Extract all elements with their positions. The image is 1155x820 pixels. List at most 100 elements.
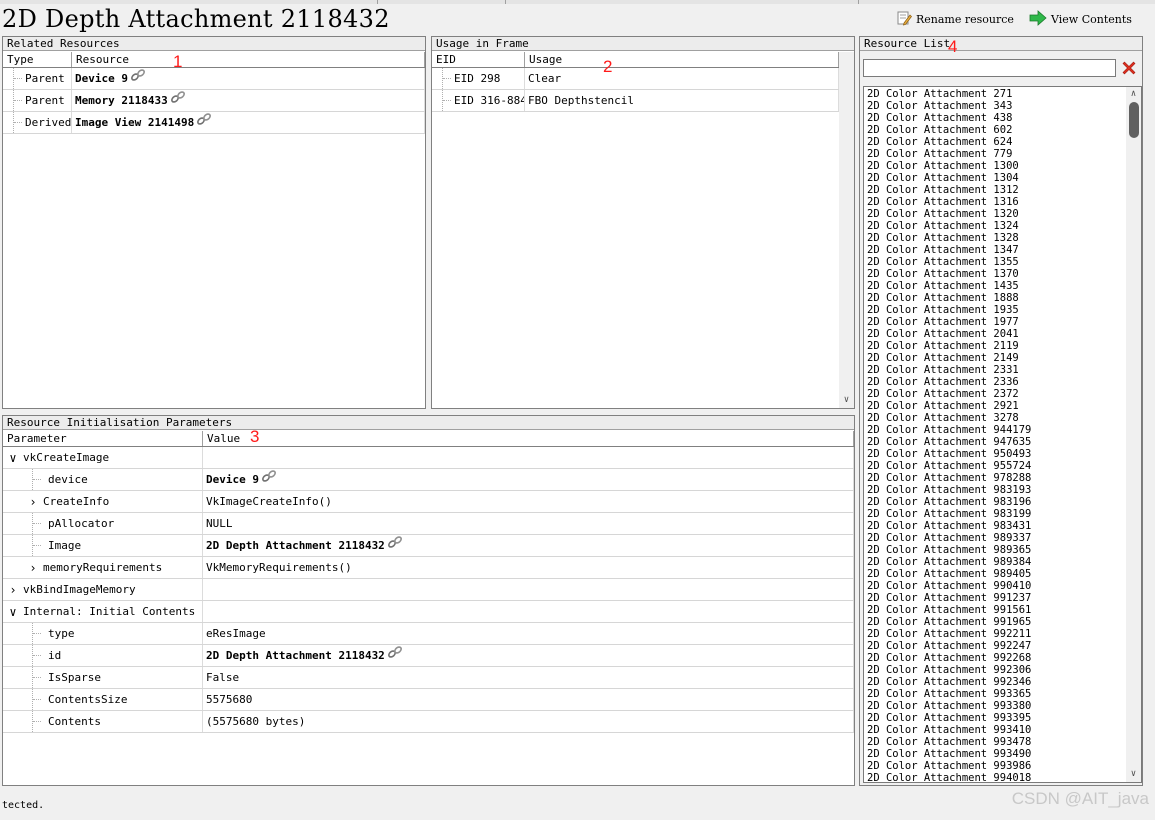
rename-resource-button[interactable]: Rename resource bbox=[896, 9, 1014, 29]
resource-list-item[interactable]: 2D Color Attachment 950493 bbox=[864, 448, 1126, 460]
resource-list-item[interactable]: 2D Color Attachment 983199 bbox=[864, 508, 1126, 520]
init-param-row[interactable]: type eResImage bbox=[3, 623, 854, 645]
resource-list-item[interactable]: 2D Color Attachment 955724 bbox=[864, 460, 1126, 472]
init-param-row[interactable]: Image 2D Depth Attachment 2118432 bbox=[3, 535, 854, 557]
resource-list-item[interactable]: 2D Color Attachment 1304 bbox=[864, 172, 1126, 184]
resource-list-item[interactable]: 2D Color Attachment 1355 bbox=[864, 256, 1126, 268]
resource-list-item[interactable]: 2D Color Attachment 992247 bbox=[864, 640, 1126, 652]
clear-search-button[interactable] bbox=[1120, 59, 1138, 77]
resource-list-item[interactable]: 2D Color Attachment 993410 bbox=[864, 724, 1126, 736]
scroll-down-arrow-icon[interactable]: ∨ bbox=[1126, 767, 1141, 782]
init-param-row[interactable]: device Device 9 bbox=[3, 469, 854, 491]
scroll-up-arrow-icon[interactable]: ∧ bbox=[1126, 87, 1141, 102]
chevron-right-icon[interactable]: › bbox=[27, 562, 39, 574]
resource-list-item[interactable]: 2D Color Attachment 343 bbox=[864, 100, 1126, 112]
resource-list-item[interactable]: 2D Color Attachment 992346 bbox=[864, 676, 1126, 688]
column-type[interactable]: Type bbox=[3, 52, 72, 67]
init-param-value-cell[interactable]: Device 9 bbox=[203, 469, 854, 490]
init-param-row[interactable]: ∨ vkCreateImage bbox=[3, 447, 854, 469]
resource-list-item[interactable]: 2D Color Attachment 1935 bbox=[864, 304, 1126, 316]
resource-list-item[interactable]: 2D Color Attachment 992306 bbox=[864, 664, 1126, 676]
chain-link-icon[interactable] bbox=[387, 645, 403, 666]
chain-link-icon[interactable] bbox=[387, 535, 403, 556]
resource-list-item[interactable]: 2D Color Attachment 991237 bbox=[864, 592, 1126, 604]
column-value[interactable]: Value bbox=[203, 431, 854, 446]
resource-list-item[interactable]: 2D Color Attachment 1347 bbox=[864, 244, 1126, 256]
chevron-down-icon[interactable]: ∨ bbox=[7, 452, 19, 464]
resource-list-item[interactable]: 2D Color Attachment 3278 bbox=[864, 412, 1126, 424]
resource-list-item[interactable]: 2D Color Attachment 993478 bbox=[864, 736, 1126, 748]
resource-list-item[interactable]: 2D Color Attachment 1312 bbox=[864, 184, 1126, 196]
chevron-right-icon[interactable]: › bbox=[7, 584, 19, 596]
resource-list-item[interactable]: 2D Color Attachment 779 bbox=[864, 148, 1126, 160]
resource-list-item[interactable]: 2D Color Attachment 1320 bbox=[864, 208, 1126, 220]
resource-list-item[interactable]: 2D Color Attachment 993380 bbox=[864, 700, 1126, 712]
column-resource[interactable]: Resource bbox=[72, 52, 425, 67]
resource-list-item[interactable]: 2D Color Attachment 989405 bbox=[864, 568, 1126, 580]
resource-list-item[interactable]: 2D Color Attachment 947635 bbox=[864, 436, 1126, 448]
init-param-row[interactable]: id 2D Depth Attachment 2118432 bbox=[3, 645, 854, 667]
init-param-row[interactable]: Contents (5575680 bytes) bbox=[3, 711, 854, 733]
resource-list-item[interactable]: 2D Color Attachment 983196 bbox=[864, 496, 1126, 508]
chain-link-icon[interactable] bbox=[261, 469, 277, 490]
chain-link-icon[interactable] bbox=[130, 68, 146, 89]
resource-list-item[interactable]: 2D Color Attachment 990410 bbox=[864, 580, 1126, 592]
resource-list-item[interactable]: 2D Color Attachment 978288 bbox=[864, 472, 1126, 484]
resource-list-item[interactable]: 2D Color Attachment 993365 bbox=[864, 688, 1126, 700]
resource-list-scrollbar[interactable]: ∧ ∨ bbox=[1126, 87, 1141, 782]
resource-list-item[interactable]: 2D Color Attachment 1300 bbox=[864, 160, 1126, 172]
resource-list-item[interactable]: 2D Color Attachment 438 bbox=[864, 112, 1126, 124]
column-usage[interactable]: Usage bbox=[525, 52, 839, 67]
init-param-row[interactable]: ContentsSize 5575680 bbox=[3, 689, 854, 711]
resource-list-item[interactable]: 2D Color Attachment 2331 bbox=[864, 364, 1126, 376]
related-resource-cell[interactable]: Device 9 bbox=[72, 68, 425, 89]
related-resource-row[interactable]: Parent Memory 2118433 bbox=[3, 90, 425, 112]
related-resource-row[interactable]: Derived Image View 2141498 bbox=[3, 112, 425, 134]
resource-list-item[interactable]: 2D Color Attachment 624 bbox=[864, 136, 1126, 148]
resource-list-item[interactable]: 2D Color Attachment 993986 bbox=[864, 760, 1126, 772]
related-resource-cell[interactable]: Image View 2141498 bbox=[72, 112, 425, 133]
init-param-row[interactable]: pAllocator NULL bbox=[3, 513, 854, 535]
resource-list-item[interactable]: 2D Color Attachment 602 bbox=[864, 124, 1126, 136]
resource-list-item[interactable]: 2D Color Attachment 989365 bbox=[864, 544, 1126, 556]
resource-list-item[interactable]: 2D Color Attachment 994018 bbox=[864, 772, 1126, 782]
related-resource-cell[interactable]: Memory 2118433 bbox=[72, 90, 425, 111]
resource-list-item[interactable]: 2D Color Attachment 1324 bbox=[864, 220, 1126, 232]
column-parameter[interactable]: Parameter bbox=[3, 431, 203, 446]
resource-list-item[interactable]: 2D Color Attachment 1977 bbox=[864, 316, 1126, 328]
chain-link-icon[interactable] bbox=[170, 90, 186, 111]
resource-list-item[interactable]: 2D Color Attachment 993395 bbox=[864, 712, 1126, 724]
resource-list-item[interactable]: 2D Color Attachment 992268 bbox=[864, 652, 1126, 664]
init-param-value-cell[interactable]: 2D Depth Attachment 2118432 bbox=[203, 645, 854, 666]
resource-list-item[interactable]: 2D Color Attachment 993490 bbox=[864, 748, 1126, 760]
usage-row[interactable]: EID 298 Clear bbox=[432, 68, 839, 90]
column-eid[interactable]: EID bbox=[432, 52, 525, 67]
resource-list-item[interactable]: 2D Color Attachment 1370 bbox=[864, 268, 1126, 280]
chevron-right-icon[interactable]: › bbox=[27, 496, 39, 508]
resource-list-item[interactable]: 2D Color Attachment 2119 bbox=[864, 340, 1126, 352]
resource-list-item[interactable]: 2D Color Attachment 1316 bbox=[864, 196, 1126, 208]
resource-search-input[interactable] bbox=[863, 59, 1116, 77]
init-param-row[interactable]: › vkBindImageMemory bbox=[3, 579, 854, 601]
resource-list-item[interactable]: 2D Color Attachment 992211 bbox=[864, 628, 1126, 640]
resource-list-item[interactable]: 2D Color Attachment 2041 bbox=[864, 328, 1126, 340]
view-contents-button[interactable]: View Contents bbox=[1029, 9, 1132, 29]
usage-scrollbar[interactable]: ∨ bbox=[839, 52, 854, 408]
resource-list-item[interactable]: 2D Color Attachment 983431 bbox=[864, 520, 1126, 532]
init-param-value-cell[interactable]: 2D Depth Attachment 2118432 bbox=[203, 535, 854, 556]
usage-row[interactable]: EID 316-884 FBO Depthstencil bbox=[432, 90, 839, 112]
resource-list-item[interactable]: 2D Color Attachment 991965 bbox=[864, 616, 1126, 628]
resource-list-item[interactable]: 2D Color Attachment 1888 bbox=[864, 292, 1126, 304]
init-param-row[interactable]: IsSparse False bbox=[3, 667, 854, 689]
resource-list-item[interactable]: 2D Color Attachment 2149 bbox=[864, 352, 1126, 364]
chevron-down-icon[interactable]: ∨ bbox=[7, 606, 19, 618]
resource-list-item[interactable]: 2D Color Attachment 271 bbox=[864, 88, 1126, 100]
resource-list-item[interactable]: 2D Color Attachment 944179 bbox=[864, 424, 1126, 436]
scrollbar-thumb[interactable] bbox=[1129, 102, 1139, 138]
resource-list-item[interactable]: 2D Color Attachment 2336 bbox=[864, 376, 1126, 388]
resource-list-item[interactable]: 2D Color Attachment 1328 bbox=[864, 232, 1126, 244]
resource-list-item[interactable]: 2D Color Attachment 989337 bbox=[864, 532, 1126, 544]
resource-list-item[interactable]: 2D Color Attachment 983193 bbox=[864, 484, 1126, 496]
init-param-row[interactable]: › CreateInfo VkImageCreateInfo() bbox=[3, 491, 854, 513]
resource-list-item[interactable]: 2D Color Attachment 1435 bbox=[864, 280, 1126, 292]
